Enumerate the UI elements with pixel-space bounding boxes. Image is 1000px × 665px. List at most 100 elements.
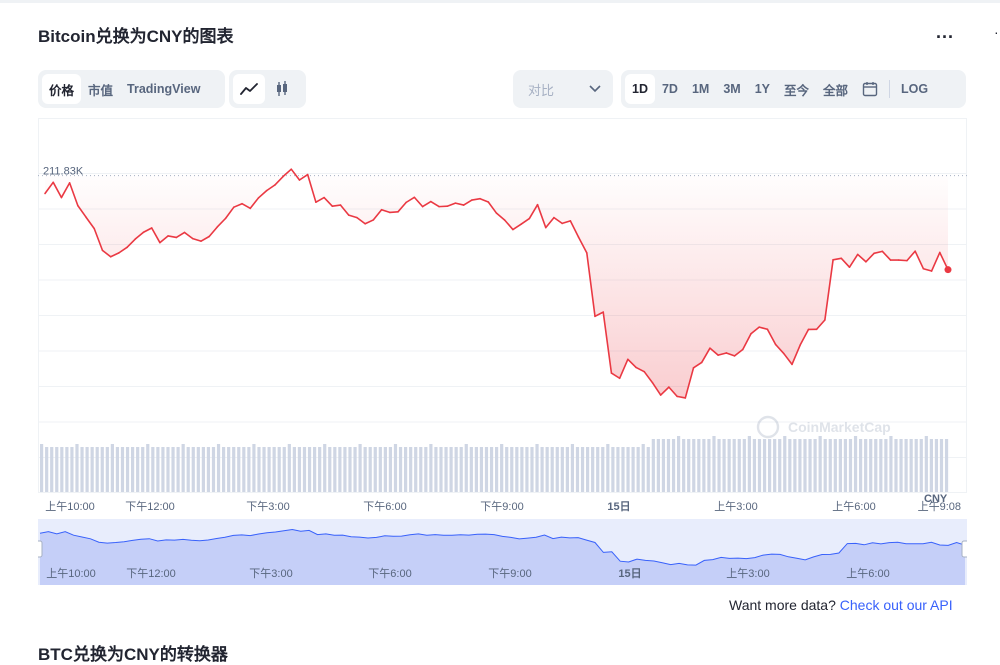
navigator-right-handle[interactable]: [962, 541, 967, 557]
x-axis-tick-label: 上午3:00: [714, 500, 757, 513]
chevron-down-icon: [589, 85, 601, 93]
volume-bar: [394, 444, 397, 492]
chart-style-toggle: [229, 70, 306, 108]
volume-bar: [323, 444, 326, 492]
volume-bar: [935, 439, 938, 492]
volume-bar: [278, 447, 281, 492]
volume-bar: [783, 436, 786, 492]
volume-bar: [596, 447, 599, 492]
price-line-segment: [390, 212, 398, 213]
volume-bar: [338, 447, 341, 492]
range-all[interactable]: 全部: [816, 74, 855, 104]
volume-bar: [829, 439, 832, 492]
volume-bar: [530, 447, 533, 492]
candlestick-icon: [275, 80, 289, 98]
range-7d[interactable]: 7D: [655, 74, 685, 104]
volume-bar: [556, 447, 559, 492]
calendar-icon: [862, 81, 878, 97]
volume-bar: [308, 447, 311, 492]
volume-bar: [920, 439, 923, 492]
volume-bar: [313, 447, 316, 492]
volume-bar: [268, 447, 271, 492]
volume-bar: [566, 447, 569, 492]
volume-bar: [177, 447, 180, 492]
compare-dropdown[interactable]: 对比: [513, 70, 613, 108]
navigator-tick-label: 上午6:00: [846, 567, 889, 580]
volume-bar: [768, 439, 771, 492]
volume-bar: [70, 447, 73, 492]
volume-bar: [662, 439, 665, 492]
volume-bar: [151, 447, 154, 492]
volume-bar: [197, 447, 200, 492]
volume-bar: [227, 447, 230, 492]
volume-bar: [384, 447, 387, 492]
volume-bar: [687, 439, 690, 492]
volume-bar: [849, 439, 852, 492]
candlestick-button[interactable]: [265, 74, 299, 104]
volume-bar: [60, 447, 63, 492]
volume-bar: [894, 439, 897, 492]
volume-bar: [723, 439, 726, 492]
api-link[interactable]: Check out our API: [840, 597, 953, 613]
tab-price[interactable]: 价格: [42, 74, 81, 104]
volume-bar: [96, 447, 99, 492]
range-ytd[interactable]: 至今: [777, 74, 816, 104]
volume-bar: [884, 439, 887, 492]
volume-bar: [237, 447, 240, 492]
api-prefix-text: Want more data?: [729, 597, 840, 613]
volume-bar: [788, 439, 791, 492]
navigator-tick-label: 下午6:00: [368, 567, 411, 580]
x-axis-tick-label: 下午3:00: [246, 500, 289, 513]
more-options-button[interactable]: ...: [936, 22, 954, 43]
range-1y[interactable]: 1Y: [748, 74, 777, 104]
volume-bar: [40, 444, 43, 492]
volume-bar: [399, 447, 402, 492]
volume-bar: [419, 447, 422, 492]
range-3m[interactable]: 3M: [716, 74, 747, 104]
volume-bar: [647, 447, 650, 492]
price-chart[interactable]: 211.83K CoinMarketCap 上午10:00下午12:00下午3:…: [38, 118, 967, 518]
volume-bar: [500, 444, 503, 492]
volume-bar: [404, 447, 407, 492]
volume-bar: [116, 447, 119, 492]
navigator-tick-label: 下午12:00: [126, 567, 176, 580]
volume-bar: [879, 439, 882, 492]
volume-bar: [171, 447, 174, 492]
volume-bar: [616, 447, 619, 492]
range-1d[interactable]: 1D: [625, 74, 655, 104]
volume-bar: [535, 444, 538, 492]
volume-bar: [697, 439, 700, 492]
volume-bar: [80, 447, 83, 492]
range-navigator[interactable]: 上午10:00下午12:00下午3:00下午6:00下午9:0015日上午3:0…: [38, 519, 967, 585]
volume-bar: [899, 439, 902, 492]
volume-bar: [864, 439, 867, 492]
volume-bar: [793, 439, 796, 492]
volume-bar: [702, 439, 705, 492]
currency-label: CNY: [924, 493, 948, 505]
x-axis-tick-label: 下午9:00: [480, 500, 523, 513]
volume-bar: [667, 439, 670, 492]
navigator-tick-label: 上午3:00: [726, 567, 769, 580]
volume-bar: [606, 444, 609, 492]
line-chart-button[interactable]: [233, 74, 265, 104]
date-picker-button[interactable]: [855, 74, 885, 104]
x-axis-tick-label: 下午6:00: [363, 500, 406, 513]
volume-bar: [262, 447, 265, 492]
volume-bar: [677, 436, 680, 492]
log-scale-button[interactable]: LOG: [894, 74, 935, 104]
range-1m[interactable]: 1M: [685, 74, 716, 104]
volume-bar: [353, 447, 356, 492]
volume-bar: [637, 447, 640, 492]
navigator-left-handle[interactable]: [38, 541, 42, 557]
volume-bar: [293, 447, 296, 492]
volume-bar: [364, 447, 367, 492]
navigator-tick-label: 15日: [618, 567, 641, 580]
x-axis-tick-label: 上午10:00: [45, 500, 95, 513]
compare-label: 对比: [528, 80, 554, 99]
tab-tradingview[interactable]: TradingView: [120, 74, 207, 104]
volume-bar: [925, 436, 928, 492]
volume-bar: [156, 447, 159, 492]
tab-market-cap[interactable]: 市值: [81, 74, 120, 104]
volume-bar: [424, 447, 427, 492]
volume-bar: [222, 447, 225, 492]
